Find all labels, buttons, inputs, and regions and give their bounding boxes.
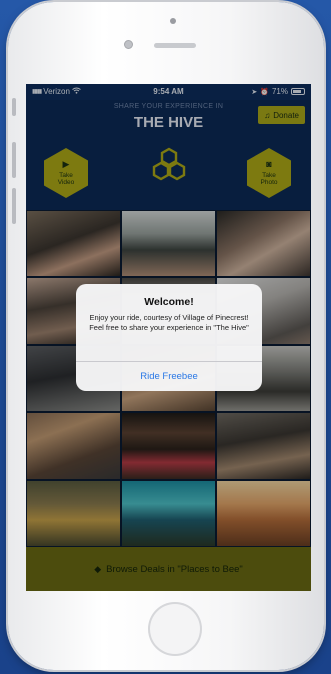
- volume-down-button: [12, 188, 16, 224]
- ride-freebee-button[interactable]: Ride Freebee: [76, 362, 262, 391]
- welcome-alert: Welcome! Enjoy your ride, courtesy of Vi…: [76, 284, 262, 391]
- home-button[interactable]: [148, 602, 202, 656]
- mute-switch: [12, 98, 16, 116]
- volume-up-button: [12, 142, 16, 178]
- app-screen: ▮▮▮▮ Verizon 9:54 AM ➤ ⏰ 71% SHARE YOUR …: [26, 84, 311, 591]
- alert-message: Enjoy your ride, courtesy of Village of …: [89, 313, 249, 332]
- sensor-dot: [170, 18, 176, 24]
- alert-title: Welcome!: [144, 296, 194, 308]
- front-camera: [124, 40, 133, 49]
- earpiece: [154, 43, 196, 48]
